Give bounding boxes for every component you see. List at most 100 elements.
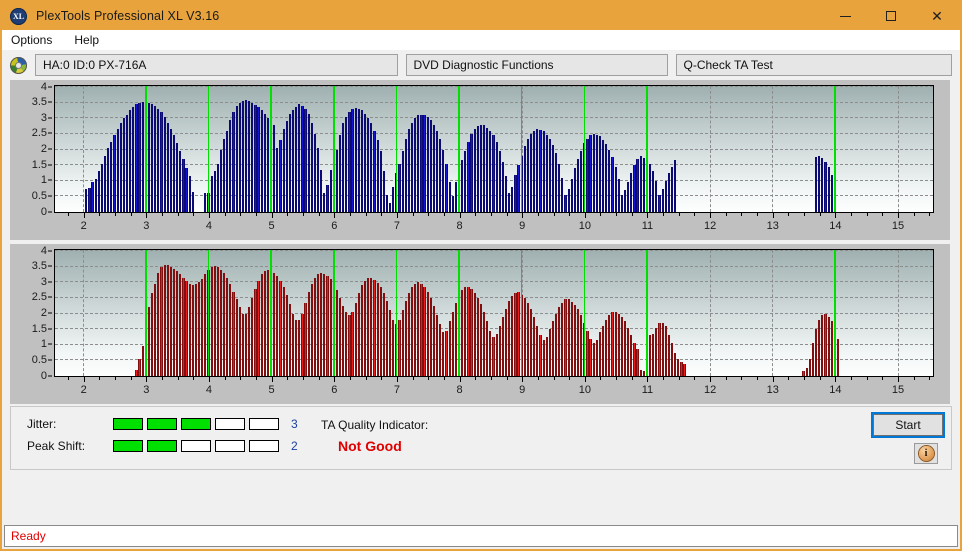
x-axis-label: 9 — [519, 384, 526, 396]
status-text: Ready — [11, 529, 46, 543]
segment — [147, 440, 177, 452]
start-button[interactable]: Start — [873, 414, 943, 436]
x-axis-tick — [146, 213, 148, 218]
chart-bar — [461, 290, 464, 376]
chart-bar — [266, 118, 270, 212]
x-axis-tick — [835, 213, 837, 218]
x-axis-tick — [475, 213, 477, 216]
chart-bar — [511, 187, 514, 212]
chart-bar — [830, 321, 833, 376]
x-axis-tick — [255, 377, 257, 380]
ta-quality-label: TA Quality Indicator: — [321, 418, 429, 432]
chart-bar — [367, 118, 370, 212]
grid-line-vertical — [772, 250, 774, 376]
chart-bar — [633, 343, 636, 376]
chart-bar — [670, 343, 674, 376]
x-axis-tick — [115, 377, 116, 380]
green-marker-line — [332, 250, 335, 376]
chart-bar — [329, 169, 332, 212]
info-button[interactable]: i — [914, 443, 938, 464]
chart-bar — [404, 138, 407, 212]
chart-bar — [652, 171, 655, 212]
x-axis-tick — [741, 377, 743, 380]
plot-outer-top — [54, 85, 934, 213]
chart-bar — [138, 358, 141, 376]
drive-select[interactable]: HA:0 ID:0 PX-716A — [35, 54, 398, 76]
x-axis-tick — [177, 377, 179, 380]
y-axis-label: 0 — [40, 205, 47, 218]
chart-bar — [545, 336, 548, 376]
chart-bar — [661, 322, 664, 376]
chart-bar — [110, 141, 113, 212]
chart-bar — [226, 277, 229, 376]
y-axis-label: 4 — [40, 244, 47, 257]
maximize-icon[interactable] — [868, 2, 914, 30]
chart-bar — [357, 293, 360, 376]
chart-bar — [489, 130, 492, 212]
y-axis-label: 1 — [40, 174, 47, 187]
minimize-icon[interactable] — [822, 2, 868, 30]
test-select[interactable]: Q-Check TA Test — [675, 54, 952, 76]
chart-bar — [382, 171, 385, 212]
chart-bar — [235, 299, 238, 376]
chart-bar — [561, 302, 564, 376]
x-axis-tick — [929, 213, 931, 216]
chart-bar — [442, 149, 445, 212]
function-select[interactable]: DVD Diagnostic Functions — [405, 54, 668, 76]
x-axis-tick — [616, 213, 618, 216]
chart-bar — [529, 308, 533, 376]
chart-bar — [360, 110, 364, 212]
x-axis-tick — [287, 213, 289, 216]
chart-bar — [492, 135, 495, 212]
close-icon[interactable]: ✕ — [914, 2, 960, 30]
chart-bar — [363, 280, 367, 376]
green-marker-line — [270, 250, 272, 376]
x-axis-tick — [772, 377, 774, 382]
chart-bar — [345, 311, 348, 376]
chart-bar — [285, 294, 288, 376]
x-axis-tick — [365, 377, 367, 380]
x-axis-label: 5 — [268, 220, 275, 232]
x-axis-tick — [459, 377, 461, 382]
x-axis-label: 6 — [331, 384, 338, 396]
chart-bar — [351, 311, 354, 376]
y-axis-label: 2.5 — [31, 291, 47, 304]
green-marker-line — [458, 250, 460, 376]
x-axis-tick — [161, 377, 163, 380]
info-icon: i — [918, 446, 934, 461]
chart-bar — [94, 179, 97, 212]
title-bar: XL PlexTools Professional XL V3.16 ✕ — [2, 2, 960, 30]
chart-bar — [323, 193, 326, 212]
menu-item-help[interactable]: Help — [71, 32, 102, 48]
chart-bar — [614, 311, 617, 376]
chart-bar — [683, 363, 686, 376]
x-axis-tick — [616, 377, 618, 380]
chart-bar — [241, 101, 245, 212]
menu-item-options[interactable]: Options — [8, 32, 55, 48]
chart-bar — [432, 305, 436, 376]
x-axis-tick — [99, 213, 101, 216]
grid-line-horizontal — [55, 101, 933, 103]
y-axis-label: 3 — [40, 111, 47, 124]
y-axis-top: 0 0.5 1 1.5 2 2.5 3 3.5 4 — [10, 80, 52, 218]
chart-bar — [219, 149, 223, 212]
chart-bar — [398, 319, 401, 376]
chart-bar — [172, 269, 176, 376]
x-axis-tick — [302, 377, 304, 380]
chart-bar — [489, 330, 492, 376]
chart-bar — [670, 166, 674, 212]
y-axis-tick — [48, 148, 52, 150]
chart-bar — [304, 302, 307, 376]
chart-bar — [119, 122, 122, 212]
x-axis-tick — [146, 377, 148, 382]
chart-bar — [389, 202, 392, 212]
chart-bar — [285, 121, 288, 212]
chart-bar — [107, 147, 110, 212]
chart-bar — [514, 293, 517, 376]
chart-bar — [182, 277, 185, 376]
chart-bar — [229, 283, 232, 376]
x-axis-tick — [725, 377, 727, 380]
chart-bar — [320, 169, 323, 212]
chart-bar — [576, 308, 580, 376]
chart-bar — [363, 113, 367, 212]
